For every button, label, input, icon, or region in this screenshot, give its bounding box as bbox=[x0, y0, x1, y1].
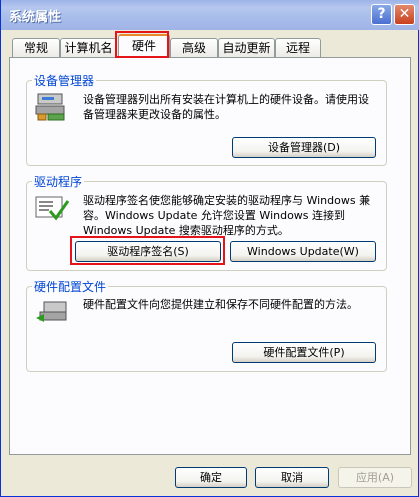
windows-update-button[interactable]: Windows Update(W) bbox=[230, 241, 376, 262]
close-icon: ✕ bbox=[398, 6, 411, 22]
close-button[interactable]: ✕ bbox=[394, 4, 415, 25]
tab-remote[interactable]: 远程 bbox=[275, 38, 321, 57]
device-manager-icon bbox=[35, 93, 65, 121]
tab-general[interactable]: 常规 bbox=[12, 38, 60, 57]
driver-signing-highlight bbox=[70, 236, 225, 265]
system-properties-window: 系统属性 ? ✕ 常规 计算机名 硬件 高级 自动更新 远程 设备管理器 设备管… bbox=[0, 0, 419, 497]
title-bar[interactable]: 系统属性 ? ✕ bbox=[1, 0, 419, 30]
cancel-button[interactable]: 取消 bbox=[255, 467, 329, 488]
device-manager-button[interactable]: 设备管理器(D) bbox=[232, 137, 376, 158]
tab-advanced[interactable]: 高级 bbox=[170, 38, 218, 57]
apply-button[interactable]: 应用(A) bbox=[338, 467, 412, 488]
driver-signing-icon bbox=[35, 196, 70, 221]
drivers-description: 驱动程序签名使您能够确定安装的驱动程序与 Windows 兼容。Windows … bbox=[83, 194, 371, 237]
hardware-profiles-description: 硬件配置文件向您提供建立和保存不同硬件配置的方法。 bbox=[83, 298, 358, 311]
hardware-profiles-button[interactable]: 硬件配置文件(P) bbox=[232, 342, 376, 363]
tab-highlight bbox=[115, 31, 169, 58]
ok-button[interactable]: 确定 bbox=[175, 467, 247, 488]
hardware-profiles-icon bbox=[36, 301, 67, 322]
help-button[interactable]: ? bbox=[371, 4, 392, 25]
hardware-profiles-group-label: 硬件配置文件 bbox=[32, 278, 109, 295]
drivers-group-label: 驱动程序 bbox=[32, 173, 85, 190]
device-manager-description: 设备管理器列出所有安装在计算机上的硬件设备。请使用设备管理器来更改设备的属性。 bbox=[83, 93, 369, 121]
tab-computer-name[interactable]: 计算机名 bbox=[60, 38, 117, 57]
tab-strip: 常规 计算机名 硬件 高级 自动更新 远程 bbox=[9, 34, 409, 58]
window-title: 系统属性 bbox=[9, 10, 62, 25]
tab-automatic-updates[interactable]: 自动更新 bbox=[218, 38, 275, 57]
device-manager-group-label: 设备管理器 bbox=[32, 72, 97, 89]
help-icon: ? bbox=[377, 6, 386, 22]
